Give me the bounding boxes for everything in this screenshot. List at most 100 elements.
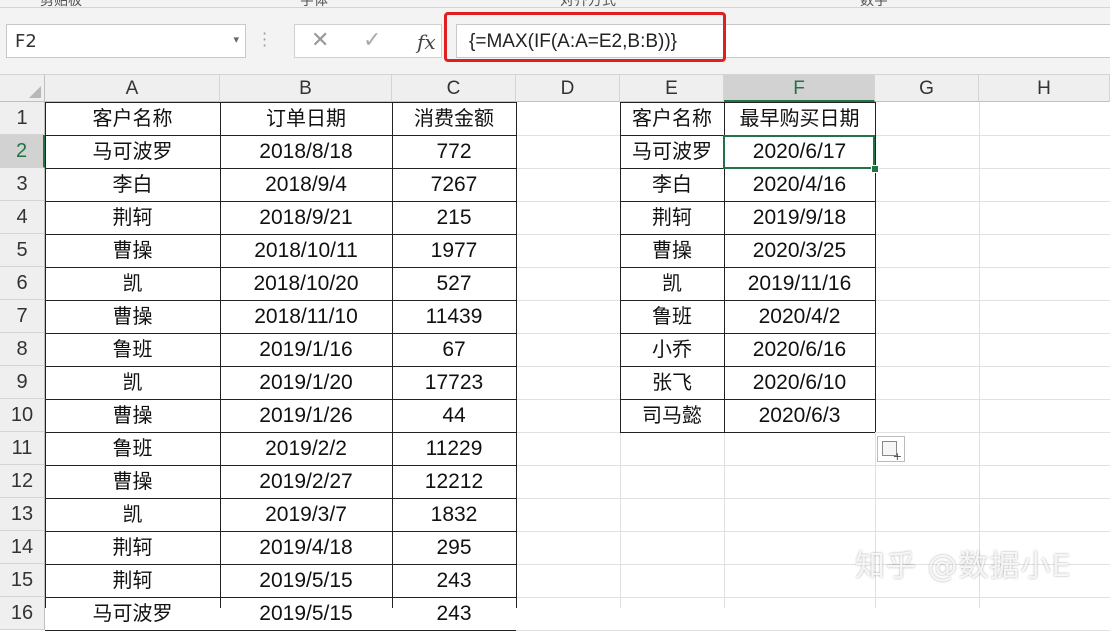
cell-f7[interactable]: 2020/4/2 (724, 300, 875, 333)
row-header-15[interactable]: 15 (0, 564, 45, 597)
cell-a13[interactable]: 凯 (45, 498, 220, 531)
column-header-c[interactable]: C (392, 75, 516, 102)
cell-c3[interactable]: 7267 (392, 168, 516, 201)
cell-a16[interactable]: 马可波罗 (45, 597, 220, 630)
cell-c12[interactable]: 12212 (392, 465, 516, 498)
cell-c2[interactable]: 772 (392, 135, 516, 168)
insert-function-icon[interactable]: fx (417, 30, 436, 54)
cell-a14[interactable]: 荆轲 (45, 531, 220, 564)
row-header-12[interactable]: 12 (0, 465, 45, 498)
cell-a10[interactable]: 曹操 (45, 399, 220, 432)
cell-e6[interactable]: 凯 (620, 267, 724, 300)
cell-a4[interactable]: 荆轲 (45, 201, 220, 234)
cell-f6[interactable]: 2019/11/16 (724, 267, 875, 300)
cell-a9[interactable]: 凯 (45, 366, 220, 399)
cell-c14[interactable]: 295 (392, 531, 516, 564)
cell-e5[interactable]: 曹操 (620, 234, 724, 267)
cell-a2[interactable]: 马可波罗 (45, 135, 220, 168)
column-header-e[interactable]: E (620, 75, 724, 102)
cell-f9[interactable]: 2020/6/10 (724, 366, 875, 399)
cell-b16[interactable]: 2019/5/15 (220, 597, 392, 630)
cell-c7[interactable]: 11439 (392, 300, 516, 333)
cell-e4[interactable]: 荆轲 (620, 201, 724, 234)
column-header-a[interactable]: A (45, 75, 220, 102)
cancel-icon[interactable]: ✕ (311, 28, 329, 53)
row-header-13[interactable]: 13 (0, 498, 45, 531)
cell-a5[interactable]: 曹操 (45, 234, 220, 267)
cell-a6[interactable]: 凯 (45, 267, 220, 300)
row-header-16[interactable]: 16 (0, 597, 45, 630)
row-header-4[interactable]: 4 (0, 201, 45, 234)
row-header-6[interactable]: 6 (0, 267, 45, 300)
cell-a12[interactable]: 曹操 (45, 465, 220, 498)
cell-f10[interactable]: 2020/6/3 (724, 399, 875, 432)
cell-a11[interactable]: 鲁班 (45, 432, 220, 465)
column-header-b[interactable]: B (220, 75, 392, 102)
cell-f5[interactable]: 2020/3/25 (724, 234, 875, 267)
row-header-8[interactable]: 8 (0, 333, 45, 366)
cell-b14[interactable]: 2019/4/18 (220, 531, 392, 564)
cell-b7[interactable]: 2018/11/10 (220, 300, 392, 333)
name-box[interactable]: F2 ▾ (6, 24, 246, 58)
cell-e3[interactable]: 李白 (620, 168, 724, 201)
cell-b13[interactable]: 2019/3/7 (220, 498, 392, 531)
cell-c8[interactable]: 67 (392, 333, 516, 366)
row-header-10[interactable]: 10 (0, 399, 45, 432)
cell-a8[interactable]: 鲁班 (45, 333, 220, 366)
row-header-9[interactable]: 9 (0, 366, 45, 399)
select-all-button[interactable] (0, 75, 45, 102)
cell-a7[interactable]: 曹操 (45, 300, 220, 333)
cell-c4[interactable]: 215 (392, 201, 516, 234)
chevron-down-icon[interactable]: ▾ (233, 33, 239, 46)
cell-e8[interactable]: 小乔 (620, 333, 724, 366)
cell-b1[interactable]: 订单日期 (220, 102, 392, 135)
cell-c9[interactable]: 17723 (392, 366, 516, 399)
cell-f8[interactable]: 2020/6/16 (724, 333, 875, 366)
cell-c10[interactable]: 44 (392, 399, 516, 432)
enter-icon[interactable]: ✓ (363, 28, 381, 53)
cell-f1[interactable]: 最早购买日期 (724, 102, 875, 135)
cell-b2[interactable]: 2018/8/18 (220, 135, 392, 168)
row-header-14[interactable]: 14 (0, 531, 45, 564)
row-header-2[interactable]: 2 (0, 135, 45, 168)
column-header-f[interactable]: F (724, 75, 875, 102)
cell-c15[interactable]: 243 (392, 564, 516, 597)
row-header-11[interactable]: 11 (0, 432, 45, 465)
row-header-7[interactable]: 7 (0, 300, 45, 333)
resize-handle-icon[interactable]: · · · (262, 26, 267, 54)
cell-b3[interactable]: 2018/9/4 (220, 168, 392, 201)
cell-a15[interactable]: 荆轲 (45, 564, 220, 597)
cell-c13[interactable]: 1832 (392, 498, 516, 531)
cell-b9[interactable]: 2019/1/20 (220, 366, 392, 399)
cell-c11[interactable]: 11229 (392, 432, 516, 465)
column-header-g[interactable]: G (875, 75, 979, 102)
cell-f3[interactable]: 2020/4/16 (724, 168, 875, 201)
row-header-1[interactable]: 1 (0, 102, 45, 135)
cell-f4[interactable]: 2019/9/18 (724, 201, 875, 234)
cell-a3[interactable]: 李白 (45, 168, 220, 201)
cell-c5[interactable]: 1977 (392, 234, 516, 267)
fill-handle[interactable] (871, 165, 879, 173)
cell-e7[interactable]: 鲁班 (620, 300, 724, 333)
cell-c16[interactable]: 243 (392, 597, 516, 630)
cell-b12[interactable]: 2019/2/27 (220, 465, 392, 498)
cell-c6[interactable]: 527 (392, 267, 516, 300)
paste-options-button[interactable]: + (877, 436, 905, 463)
row-header-3[interactable]: 3 (0, 168, 45, 201)
cell-b6[interactable]: 2018/10/20 (220, 267, 392, 300)
cell-b4[interactable]: 2018/9/21 (220, 201, 392, 234)
cell-a1[interactable]: 客户名称 (45, 102, 220, 135)
cell-b5[interactable]: 2018/10/11 (220, 234, 392, 267)
column-header-h[interactable]: H (979, 75, 1110, 102)
cell-e1[interactable]: 客户名称 (620, 102, 724, 135)
cell-e9[interactable]: 张飞 (620, 366, 724, 399)
cell-b11[interactable]: 2019/2/2 (220, 432, 392, 465)
cell-e2[interactable]: 马可波罗 (620, 135, 724, 168)
cell-e10[interactable]: 司马懿 (620, 399, 724, 432)
cell-c1[interactable]: 消费金额 (392, 102, 516, 135)
column-header-d[interactable]: D (516, 75, 620, 102)
cell-b8[interactable]: 2019/1/16 (220, 333, 392, 366)
cell-b15[interactable]: 2019/5/15 (220, 564, 392, 597)
row-header-5[interactable]: 5 (0, 234, 45, 267)
cell-b10[interactable]: 2019/1/26 (220, 399, 392, 432)
